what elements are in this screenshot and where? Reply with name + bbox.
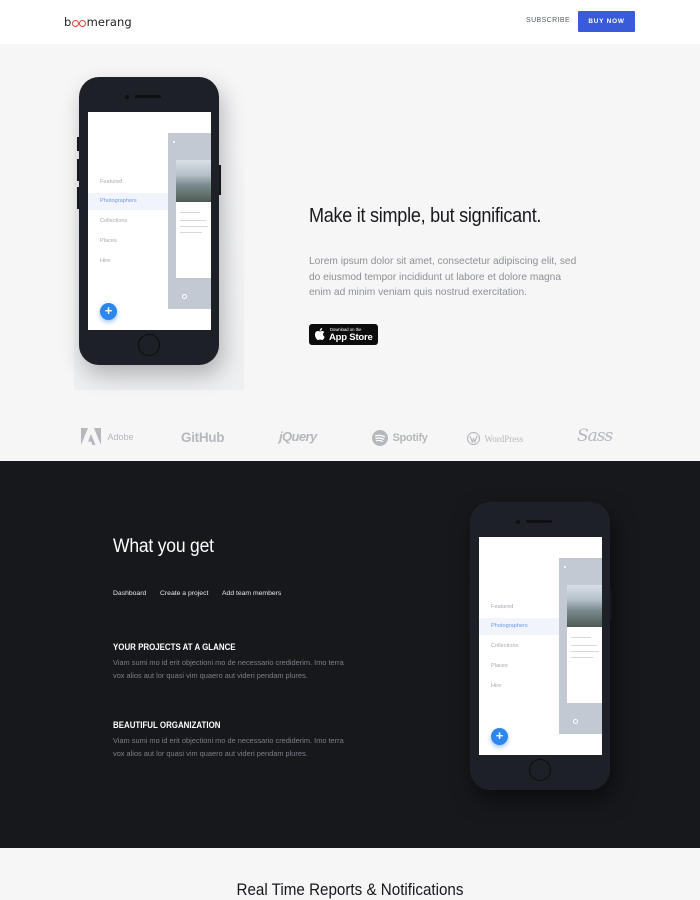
camera-icon xyxy=(125,95,129,99)
feature-heading: BEAUTIFUL ORGANIZATION xyxy=(113,720,221,730)
hero-section: Featured Photographers Collections Place… xyxy=(0,44,700,461)
landscape-photo xyxy=(567,585,602,627)
phone-screen: Featured Photographers Collections Place… xyxy=(479,537,602,755)
landscape-photo xyxy=(176,160,211,202)
github-logo: GitHub xyxy=(181,430,225,445)
phone-speaker xyxy=(135,95,161,98)
menu-item[interactable]: Collections xyxy=(491,643,518,649)
home-button xyxy=(138,334,160,356)
wordpress-icon xyxy=(466,432,481,446)
hero-title: Make it simple, but significant. xyxy=(309,204,542,227)
apple-icon xyxy=(314,328,325,341)
menu-item[interactable]: Hire xyxy=(100,258,110,264)
preview-card xyxy=(168,133,211,309)
menu-item-active[interactable]: Photographers xyxy=(491,623,528,629)
tab-dashboard[interactable]: Dashboard xyxy=(113,590,146,597)
adobe-label: Adobe xyxy=(107,431,134,442)
camera-icon xyxy=(516,520,520,524)
add-fab-button[interactable]: + xyxy=(491,728,508,745)
preview-card xyxy=(559,558,602,734)
phone-mockup: Featured Photographers Collections Place… xyxy=(468,502,612,790)
feature-text: Viam sumi mo id erit objectioni mo de ne… xyxy=(113,736,344,758)
phone-mockup: Featured Photographers Collections Place… xyxy=(77,77,221,365)
logo[interactable]: b merang xyxy=(64,15,132,29)
menu-item[interactable]: Places xyxy=(100,238,117,244)
subscribe-link[interactable]: SUBSCRIBE xyxy=(526,17,570,24)
hero-description: Lorem ipsum dolor sit amet, consectetur … xyxy=(309,256,577,298)
top-nav: b merang SUBSCRIBE BUY NOW xyxy=(0,0,700,44)
menu-item[interactable]: Hire xyxy=(491,683,501,689)
phone-speaker xyxy=(526,520,552,523)
adobe-icon xyxy=(81,428,101,446)
app-store-button[interactable]: Download on the App Store xyxy=(309,324,378,345)
spotify-icon xyxy=(372,429,388,446)
logo-ring-icon xyxy=(71,19,79,27)
logo-ring-icon xyxy=(79,19,87,27)
search-icon[interactable] xyxy=(573,719,578,724)
reports-title: Real Time Reports & Notifications xyxy=(236,881,464,899)
reports-section: Real Time Reports & Notifications xyxy=(0,848,700,900)
menu-item[interactable]: Places xyxy=(491,663,508,669)
logo-text-end: merang xyxy=(86,15,132,29)
home-button xyxy=(529,759,551,781)
app-store-label: App Store xyxy=(329,332,373,343)
logo-text-start: b xyxy=(64,15,72,29)
wordpress-label: WordPress xyxy=(484,433,524,444)
menu-item[interactable]: Collections xyxy=(100,218,127,224)
feature-text: Viam sumi mo id erit objectioni mo de ne… xyxy=(113,658,344,680)
features-title: What you get xyxy=(113,536,214,557)
jquery-logo: jQuery xyxy=(279,429,317,444)
add-fab-button[interactable]: + xyxy=(100,303,117,320)
menu-item[interactable]: Featured xyxy=(100,179,122,185)
buy-now-button[interactable]: BUY NOW xyxy=(578,11,635,32)
feature-heading: YOUR PROJECTS AT A GLANCE xyxy=(113,642,236,652)
spotify-logo: Spotify xyxy=(372,429,428,447)
tab-add-team-members[interactable]: Add team members xyxy=(222,590,281,597)
search-icon[interactable] xyxy=(182,294,187,299)
phone-screen: Featured Photographers Collections Place… xyxy=(88,112,211,330)
spotify-label: Spotify xyxy=(392,431,428,444)
features-section: What you get Dashboard Create a project … xyxy=(0,461,700,848)
tab-create-project[interactable]: Create a project xyxy=(160,590,208,597)
menu-item[interactable]: Featured xyxy=(491,604,513,610)
menu-item-active[interactable]: Photographers xyxy=(100,198,137,204)
sass-logo: Sass xyxy=(577,426,613,446)
wordpress-logo: WordPress xyxy=(466,430,524,448)
partner-logos: Adobe GitHub jQuery Spotify WordPress Sa… xyxy=(0,415,700,461)
adobe-logo: Adobe xyxy=(81,428,133,446)
